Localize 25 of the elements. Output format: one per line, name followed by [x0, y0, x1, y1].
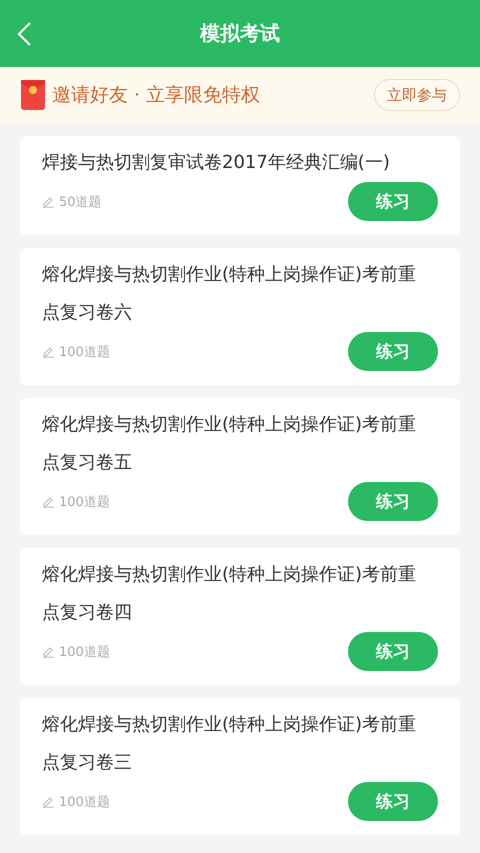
exam-title: 焊接与热切割复审试卷2017年经典汇编(一)	[42, 151, 391, 175]
question-count: 100道题	[59, 794, 111, 810]
invite-text: 邀请好友 · 立享限免特权	[52, 83, 262, 108]
pencil-icon	[42, 795, 55, 808]
question-count: 100道题	[59, 644, 111, 660]
exam-title: 熔化焊接与热切割作业(特种上岗操作证)考前重点复习卷三	[42, 713, 418, 775]
pencil-icon	[42, 195, 55, 208]
question-count: 50道题	[59, 194, 103, 210]
practice-button[interactable]: 练习	[348, 182, 438, 221]
question-count: 100道题	[59, 344, 111, 360]
join-button[interactable]: 立即参与	[374, 79, 460, 111]
pencil-icon	[42, 495, 55, 508]
practice-button[interactable]: 练习	[348, 782, 438, 821]
question-count: 100道题	[59, 494, 111, 510]
practice-button[interactable]: 练习	[348, 482, 438, 521]
pencil-icon	[42, 645, 55, 658]
exam-title: 熔化焊接与热切割作业(特种上岗操作证)考前重点复习卷六	[42, 263, 418, 325]
envelope-icon	[21, 80, 45, 110]
page-title: 模拟考试	[200, 20, 280, 47]
exam-title: 熔化焊接与热切割作业(特种上岗操作证)考前重点复习卷五	[42, 413, 418, 475]
practice-button[interactable]: 练习	[348, 332, 438, 371]
pencil-icon	[42, 345, 55, 358]
back-button[interactable]	[16, 21, 34, 47]
practice-button[interactable]: 练习	[348, 632, 438, 671]
exam-title: 熔化焊接与热切割作业(特种上岗操作证)考前重点复习卷四	[42, 563, 418, 625]
